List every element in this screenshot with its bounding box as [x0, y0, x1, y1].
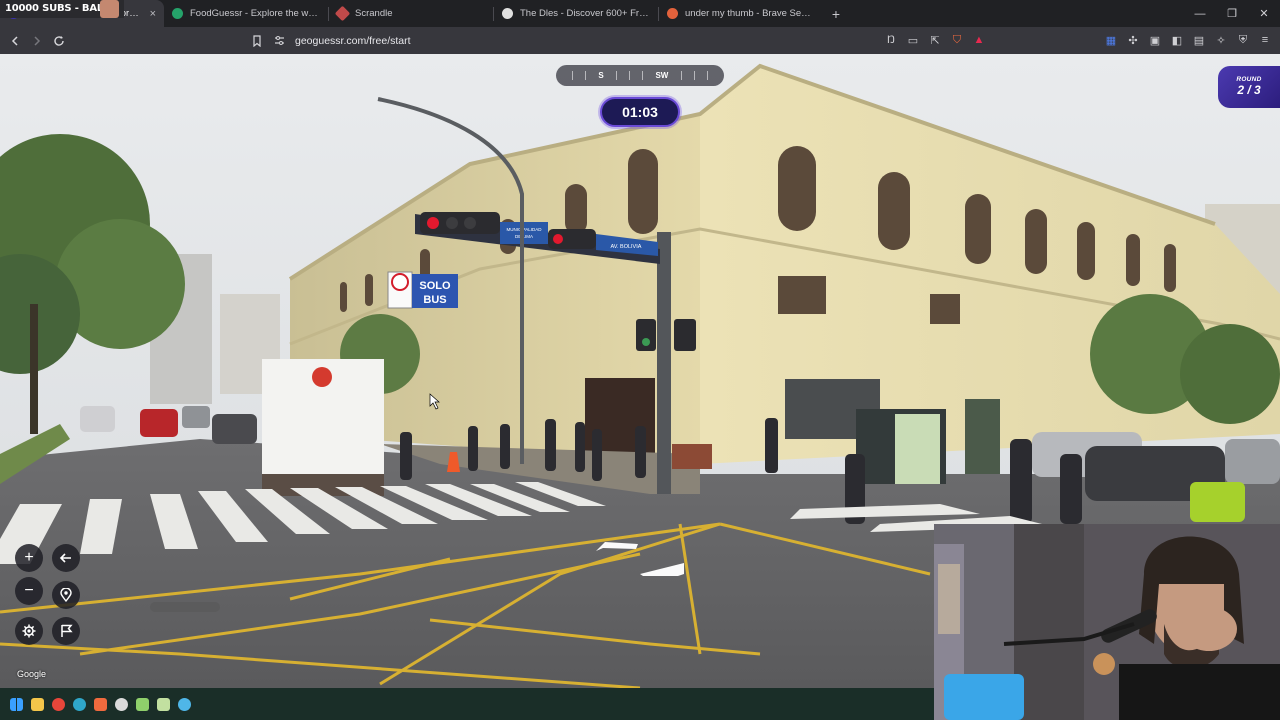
dles-favicon-icon — [502, 8, 513, 19]
return-to-start-button[interactable] — [52, 581, 80, 609]
app-icon[interactable] — [157, 697, 170, 711]
compass-label-sw: SW — [655, 71, 669, 80]
extensions-area: ▦ ✣ ▣ ◧ ▤ ✧ ⛨ ≡ — [1102, 30, 1274, 50]
bookmark-icon[interactable] — [252, 34, 262, 47]
tab-the-dles[interactable]: The Dles - Discover 600+ Free Daily — [494, 0, 658, 27]
flag-icon — [60, 624, 73, 637]
sidebar-icon[interactable]: ◧ — [1168, 30, 1186, 50]
translate-icon[interactable]: Ŋ — [882, 30, 900, 50]
streamer-webcam-image — [934, 524, 1280, 720]
compass-tick — [585, 71, 587, 80]
compass-tick — [572, 71, 574, 80]
undo-icon — [59, 553, 71, 563]
tab-scrandle[interactable]: Scrandle — [329, 0, 493, 27]
puzzle-icon[interactable]: ✣ — [1124, 30, 1142, 50]
tab-title: under my thumb - Brave Search — [685, 8, 815, 19]
compass-label-s: S — [598, 71, 604, 80]
tab-foodguessr[interactable]: FoodGuessr - Explore the world by f — [164, 0, 328, 27]
gear-icon — [22, 624, 36, 638]
address-bar[interactable]: geoguessr.com/free/start — [244, 30, 990, 51]
restore-icon[interactable]: ❐ — [1216, 0, 1248, 27]
brave-rewards-icon[interactable]: ▲ — [970, 30, 988, 50]
brave-search-favicon-icon — [667, 8, 678, 19]
round-label: ROUND — [1236, 76, 1262, 83]
back-icon[interactable] — [4, 30, 26, 52]
tab-title: Scrandle — [355, 8, 393, 19]
close-window-icon[interactable]: ✕ — [1248, 0, 1280, 27]
app-icon[interactable] — [178, 697, 191, 711]
vpn-icon[interactable]: ⛨ — [1234, 30, 1252, 50]
undo-move-button[interactable] — [52, 544, 80, 572]
round-indicator: ROUND 2 / 3 — [1218, 66, 1280, 108]
windows-taskbar — [0, 688, 934, 720]
brave-shield-icon[interactable]: ⛉ — [948, 30, 966, 50]
compass-tick — [642, 71, 644, 80]
app-icon[interactable] — [136, 697, 149, 711]
forward-icon[interactable] — [26, 30, 48, 52]
new-tab-button[interactable]: + — [823, 0, 849, 27]
file-explorer-icon[interactable] — [31, 697, 44, 711]
report-flag-button[interactable] — [52, 617, 80, 645]
muni-sign-line1: MUNICIPALIDAD — [507, 227, 543, 232]
compass-tick — [680, 71, 682, 80]
zoom-out-button[interactable]: − — [15, 577, 43, 605]
compass-tick — [706, 71, 708, 80]
tab-title: The Dles - Discover 600+ Free Daily — [520, 8, 650, 19]
close-tab-icon[interactable]: × — [150, 8, 156, 20]
obs-icon[interactable] — [115, 697, 128, 711]
menu-icon[interactable]: ≡ — [1256, 30, 1274, 50]
scrandle-favicon-icon — [334, 5, 351, 22]
screen-icon[interactable]: ▭ — [904, 30, 922, 50]
tab-bar: Geoguessr - Let's explore the × FoodGues… — [0, 0, 1280, 27]
bus-sign-line2: BUS — [423, 294, 446, 306]
webcam-overlay — [934, 524, 1280, 720]
reload-icon[interactable] — [48, 30, 70, 52]
site-settings-icon[interactable] — [274, 35, 285, 46]
extension-icon[interactable]: ▦ — [1102, 30, 1120, 50]
google-logo: Google — [17, 669, 47, 679]
bus-sign-line1: SOLO — [419, 280, 451, 292]
compass: S SW — [556, 65, 724, 86]
pin-icon — [60, 588, 72, 602]
settings-button[interactable] — [15, 617, 43, 645]
zoom-in-button[interactable]: + — [15, 544, 43, 572]
chrome-icon[interactable] — [52, 697, 65, 711]
media-icon[interactable]: ▣ — [1146, 30, 1164, 50]
round-value: 2 / 3 — [1237, 83, 1261, 97]
url-text: geoguessr.com/free/start — [295, 34, 411, 47]
tab-title: FoodGuessr - Explore the world by f — [190, 8, 320, 19]
compass-tick — [615, 71, 617, 80]
round-timer: 01:03 — [600, 97, 680, 127]
share-icon[interactable]: ⇱ — [926, 30, 944, 50]
brave-icon[interactable] — [94, 697, 107, 711]
compass-tick — [693, 71, 695, 80]
compass-tick — [629, 71, 631, 80]
windows-start-icon[interactable] — [10, 697, 23, 711]
foodguessr-favicon-icon — [172, 8, 183, 19]
wallet-icon[interactable]: ▤ — [1190, 30, 1208, 50]
minimize-icon[interactable]: — — [1184, 0, 1216, 27]
street-name-sign: AV. BOLIVIA — [611, 244, 642, 250]
streamer-avatar — [100, 0, 119, 18]
leo-ai-icon[interactable]: ✧ — [1212, 30, 1230, 50]
tab-brave-search[interactable]: under my thumb - Brave Search — [659, 0, 823, 27]
url-actions: Ŋ ▭ ⇱ ⛉ ▲ — [882, 30, 988, 50]
edge-icon[interactable] — [73, 697, 86, 711]
